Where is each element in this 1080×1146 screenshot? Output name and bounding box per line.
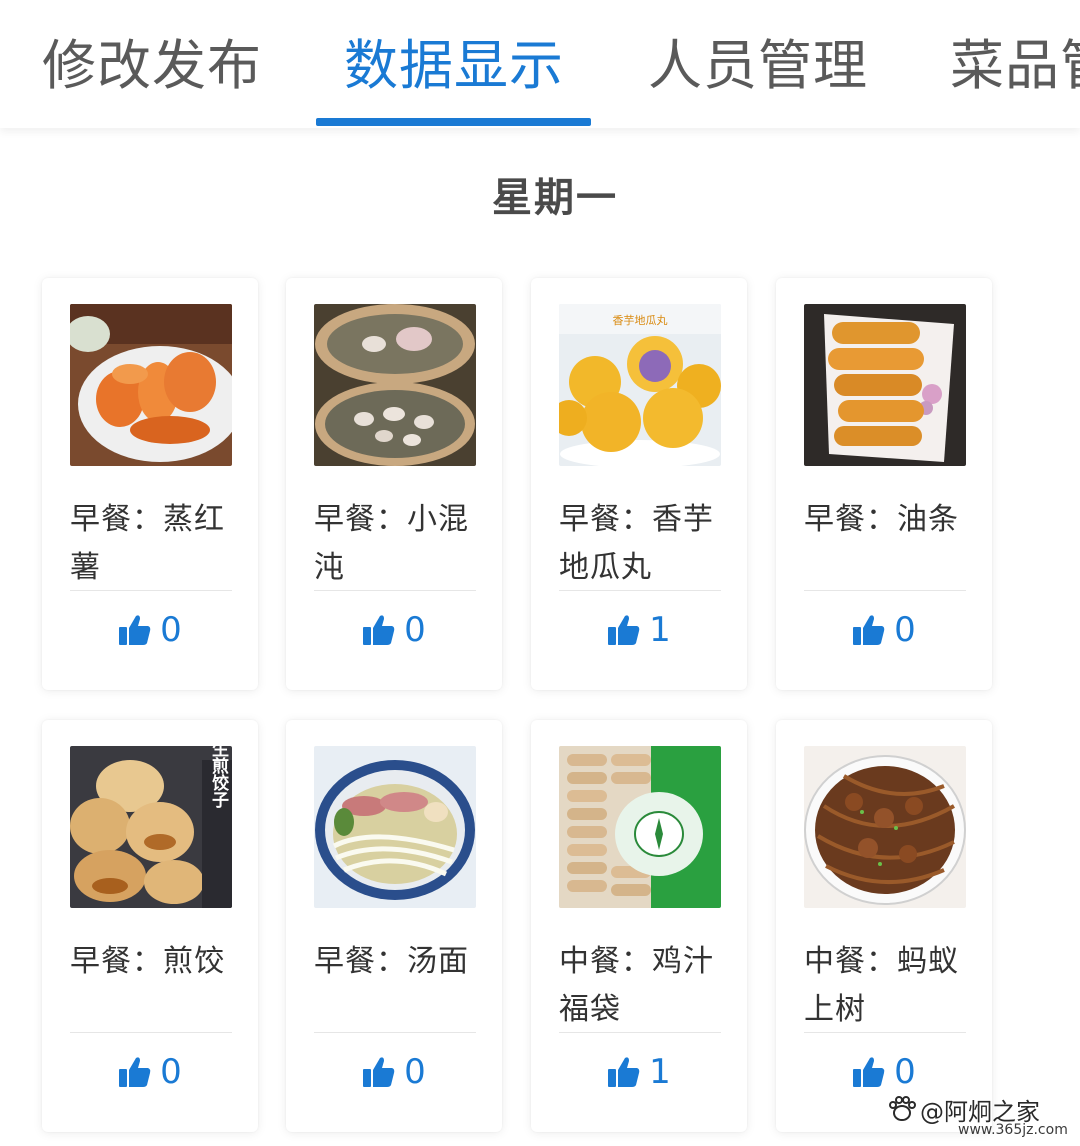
divider bbox=[804, 1032, 966, 1033]
like-count: 0 bbox=[160, 1052, 182, 1092]
dish-card[interactable]: 生煎饺子 早餐：煎饺 0 bbox=[42, 720, 258, 1132]
dish-photo-taro-balls: 香芋地瓜丸 bbox=[559, 304, 721, 466]
divider bbox=[314, 590, 476, 591]
dish-card[interactable]: 早餐：小混沌 0 bbox=[286, 278, 502, 690]
dish-name: 早餐：煎饺 bbox=[70, 944, 225, 979]
like-count: 0 bbox=[404, 1052, 426, 1092]
dish-card[interactable]: 香芋地瓜丸 早餐：香芋地瓜丸 1 bbox=[531, 278, 747, 690]
dish-card[interactable]: 中餐：蚂蚁上树 0 bbox=[776, 720, 992, 1132]
like-count: 1 bbox=[649, 610, 671, 650]
tab-staff-management[interactable]: 人员管理 bbox=[648, 26, 868, 106]
dish-photo-wontons bbox=[314, 304, 476, 466]
like-count: 0 bbox=[894, 1052, 916, 1092]
divider bbox=[559, 590, 721, 591]
dish-name: 早餐：小混沌 bbox=[314, 502, 469, 585]
image-label-text: 香芋地瓜丸 bbox=[613, 314, 668, 327]
active-tab-indicator bbox=[316, 118, 591, 126]
top-tab-bar: 修改发布 数据显示 人员管理 菜品管 bbox=[0, 0, 1080, 128]
divider bbox=[70, 1032, 232, 1033]
like-button[interactable]: 1 bbox=[531, 608, 747, 652]
divider bbox=[804, 590, 966, 591]
tab-edit-publish[interactable]: 修改发布 bbox=[42, 26, 262, 106]
like-count: 1 bbox=[649, 1052, 671, 1092]
thumbs-up-icon bbox=[608, 615, 640, 645]
watermark-site: www.365jz.com bbox=[958, 1122, 1068, 1138]
dish-name: 早餐：香芋地瓜丸 bbox=[559, 502, 714, 585]
thumbs-up-icon bbox=[608, 1057, 640, 1087]
dish-photo-fried-dumplings: 生煎饺子 bbox=[70, 746, 232, 908]
like-button[interactable]: 0 bbox=[42, 608, 258, 652]
dish-name: 早餐：油条 bbox=[804, 502, 959, 537]
like-count: 0 bbox=[160, 610, 182, 650]
watermark: @阿炯之家 www.365jz.com bbox=[886, 1090, 1068, 1142]
dish-photo-ants-climbing-tree bbox=[804, 746, 966, 908]
like-button[interactable]: 0 bbox=[286, 1050, 502, 1094]
dish-name: 中餐：鸡汁福袋 bbox=[559, 944, 714, 1027]
dish-name: 早餐：汤面 bbox=[314, 944, 469, 979]
dish-photo-youtiao bbox=[804, 304, 966, 466]
thumbs-up-icon bbox=[853, 615, 885, 645]
image-label-text: 生煎饺子 bbox=[208, 746, 229, 809]
dish-photo-noodle-soup bbox=[314, 746, 476, 908]
dish-card[interactable]: 中餐：鸡汁福袋 1 bbox=[531, 720, 747, 1132]
like-count: 0 bbox=[894, 610, 916, 650]
day-title: 星期一 bbox=[492, 175, 618, 221]
thumbs-up-icon bbox=[363, 615, 395, 645]
like-button[interactable]: 0 bbox=[42, 1050, 258, 1094]
dish-photo-sweet-potato bbox=[70, 304, 232, 466]
like-button[interactable]: 0 bbox=[776, 1050, 992, 1094]
divider bbox=[70, 590, 232, 591]
thumbs-up-icon bbox=[363, 1057, 395, 1087]
like-count: 0 bbox=[404, 610, 426, 650]
like-button[interactable]: 0 bbox=[776, 608, 992, 652]
tab-data-display[interactable]: 数据显示 bbox=[344, 26, 564, 106]
dish-name: 早餐：蒸红薯 bbox=[70, 502, 225, 585]
like-button[interactable]: 0 bbox=[286, 608, 502, 652]
dish-card[interactable]: 早餐：蒸红薯 0 bbox=[42, 278, 258, 690]
thumbs-up-icon bbox=[119, 615, 151, 645]
tab-dish-management[interactable]: 菜品管 bbox=[950, 26, 1080, 106]
thumbs-up-icon bbox=[853, 1057, 885, 1087]
thumbs-up-icon bbox=[119, 1057, 151, 1087]
divider bbox=[559, 1032, 721, 1033]
paw-icon bbox=[889, 1096, 916, 1121]
divider bbox=[314, 1032, 476, 1033]
like-button[interactable]: 1 bbox=[531, 1050, 747, 1094]
dish-card[interactable]: 早餐：汤面 0 bbox=[286, 720, 502, 1132]
dish-card[interactable]: 早餐：油条 0 bbox=[776, 278, 992, 690]
dish-name: 中餐：蚂蚁上树 bbox=[804, 944, 959, 1027]
dish-photo-chicken-bags bbox=[559, 746, 721, 908]
